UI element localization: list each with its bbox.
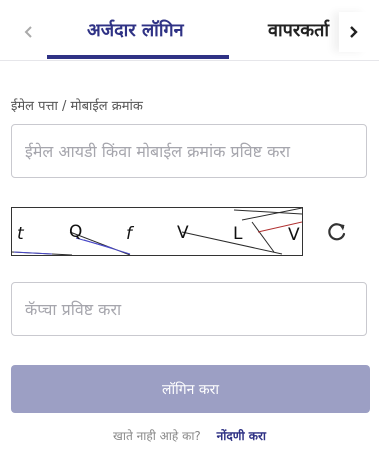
captcha-graphic: t Qf V L V bbox=[11, 207, 303, 256]
active-tab-indicator bbox=[47, 55, 229, 59]
login-tabs: अर्जदार लॉगिन वापरकर्ता bbox=[0, 0, 379, 61]
chevron-left-icon bbox=[24, 26, 32, 38]
captcha-char: V bbox=[288, 225, 300, 245]
captcha-char: t bbox=[17, 224, 25, 244]
chevron-right-icon bbox=[350, 26, 358, 38]
tab-user-login[interactable]: वापरकर्ता bbox=[268, 18, 329, 42]
refresh-icon bbox=[328, 223, 346, 241]
captcha-input[interactable] bbox=[11, 282, 367, 336]
email-label: ईमेल पत्ता / मोबाईल क्रमांक bbox=[11, 99, 143, 114]
tab-scroll-left-button[interactable] bbox=[15, 12, 43, 52]
captcha-char: f bbox=[126, 224, 135, 244]
captcha-refresh-button[interactable] bbox=[326, 221, 348, 243]
email-or-mobile-input[interactable] bbox=[11, 124, 367, 178]
tab-applicant-login[interactable]: अर्जदार लॉगिन bbox=[87, 18, 184, 42]
captcha-char: V bbox=[177, 223, 189, 243]
tab-scroll-right-button[interactable] bbox=[339, 12, 367, 52]
register-question: खाते नाही आहे का? bbox=[113, 429, 201, 443]
register-link[interactable]: नोंदणी करा bbox=[217, 429, 266, 443]
register-row: खाते नाही आहे का? नोंदणी करा bbox=[0, 427, 379, 444]
login-button[interactable]: लॉगिन करा bbox=[11, 365, 370, 413]
captcha-image: t Qf V L V bbox=[11, 207, 303, 256]
captcha-char: L bbox=[233, 224, 243, 244]
captcha-char: Q bbox=[69, 222, 82, 242]
